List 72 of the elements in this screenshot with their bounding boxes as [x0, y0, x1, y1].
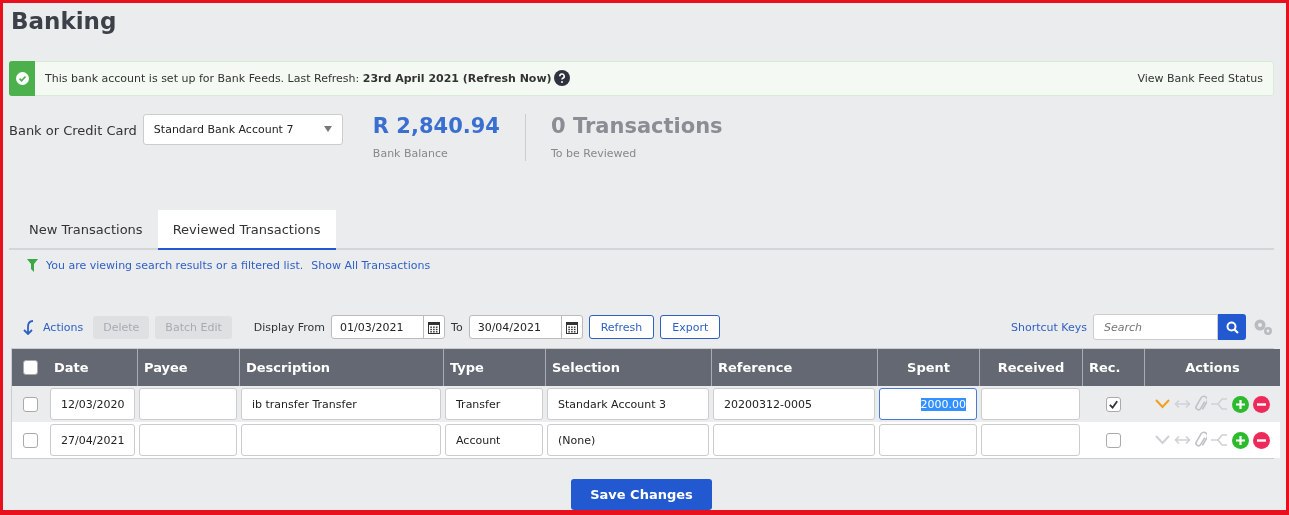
display-from-label: Display From — [253, 320, 326, 334]
chevron-down-icon[interactable] — [1154, 399, 1170, 409]
payee-field[interactable] — [139, 388, 237, 420]
column-header: Payee — [137, 349, 239, 386]
view-bank-feed-status-link[interactable]: View Bank Feed Status — [1137, 71, 1263, 85]
show-all-transactions-link[interactable]: Show All Transactions — [311, 259, 431, 272]
paperclip-icon[interactable] — [1194, 395, 1207, 413]
actions-button[interactable]: Actions — [23, 319, 84, 335]
column-header: Selection — [545, 349, 711, 386]
add-icon[interactable] — [1231, 431, 1249, 449]
filter-icon — [27, 259, 38, 272]
search-field[interactable]: Search — [1093, 314, 1218, 340]
remove-icon[interactable] — [1252, 395, 1270, 413]
split-icon[interactable] — [1210, 397, 1228, 411]
swap-arrows-icon[interactable] — [1173, 399, 1191, 409]
row-checkbox[interactable] — [22, 396, 38, 412]
tab[interactable]: Reviewed Transactions — [157, 210, 336, 250]
stat-caption: Bank Balance — [372, 146, 449, 160]
date-field[interactable]: 12/03/2020 — [50, 388, 135, 420]
shortcut-keys-link[interactable]: Shortcut Keys — [1010, 320, 1087, 334]
dropdown-caret-icon — [323, 126, 332, 133]
type-field[interactable]: Account — [445, 424, 543, 456]
export-button[interactable]: Export — [660, 315, 721, 339]
reconciled-checkbox[interactable] — [1105, 396, 1121, 412]
received-field[interactable] — [981, 388, 1080, 420]
spent-field[interactable] — [879, 424, 977, 456]
add-icon[interactable] — [1231, 395, 1249, 413]
reference-field[interactable] — [713, 424, 875, 456]
selection-field[interactable]: (None) — [547, 424, 709, 456]
type-field[interactable]: Transfer — [445, 388, 543, 420]
payee-field[interactable] — [139, 424, 237, 456]
search-button[interactable] — [1218, 314, 1246, 340]
column-header: Type — [443, 349, 545, 386]
column-header: Rec. — [1082, 349, 1144, 386]
split-icon[interactable] — [1210, 433, 1228, 447]
page-title: Banking — [11, 8, 118, 36]
to-label: To — [451, 320, 463, 334]
bank-account-select[interactable]: Standard Bank Account 7 — [142, 113, 343, 145]
tab[interactable]: New Transactions — [14, 210, 158, 250]
save-changes-button[interactable]: Save Changes — [571, 479, 712, 510]
search-icon — [1225, 320, 1239, 334]
column-header: Received — [979, 349, 1082, 386]
column-header: Date — [48, 349, 137, 386]
row-checkbox[interactable] — [22, 432, 38, 448]
reconciled-checkbox[interactable] — [1105, 432, 1121, 448]
stat-value: R 2,840.94 — [372, 113, 500, 138]
help-icon[interactable] — [553, 70, 570, 87]
curved-arrow-icon — [23, 319, 35, 335]
remove-icon[interactable] — [1252, 431, 1270, 449]
reference-field[interactable]: 20200312-0005 — [713, 388, 875, 420]
column-header: Spent — [877, 349, 979, 386]
column-header: Reference — [711, 349, 877, 386]
chevron-down-icon[interactable] — [1154, 435, 1170, 445]
stat-caption: To be Reviewed — [550, 146, 638, 160]
description-field[interactable]: ib transfer Transfer — [241, 388, 441, 420]
filter-notice: You are viewing search results or a filtered list. — [46, 259, 304, 272]
selection-field[interactable]: Standark Account 3 — [547, 388, 709, 420]
description-field[interactable] — [241, 424, 441, 456]
swap-arrows-icon[interactable] — [1173, 435, 1191, 445]
settings-icon[interactable] — [1252, 317, 1274, 337]
bank-feed-message: This bank account is set up for Bank Feeds. Last Refresh: 23rd April 2021 (Refresh Now) — [45, 71, 552, 85]
from-date-field[interactable]: 01/03/2021 — [331, 315, 446, 339]
to-date-field[interactable]: 30/04/2021 — [468, 315, 583, 339]
column-header: Actions — [1144, 349, 1280, 386]
paperclip-icon[interactable] — [1194, 431, 1207, 449]
received-field[interactable] — [981, 424, 1080, 456]
refresh-button[interactable]: Refresh — [588, 315, 655, 339]
date-field[interactable]: 27/04/2021 — [50, 424, 135, 456]
column-header: Description — [239, 349, 443, 386]
stat-value: 0 Transactions — [550, 113, 723, 138]
bank-select-label: Bank or Credit Card — [9, 122, 137, 138]
select-all-checkbox[interactable] — [22, 360, 38, 375]
